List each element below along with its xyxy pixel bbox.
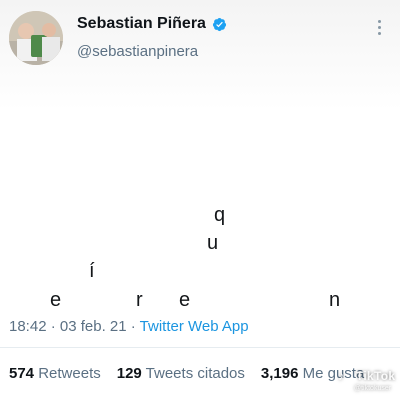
more-dot (377, 19, 381, 23)
tweet-letter: e (179, 289, 191, 311)
watermark-subtext: @tiktokuser (354, 385, 392, 392)
tweet-timestamp-row: 18:42 · 03 feb. 21 · Twitter Web App (9, 318, 249, 335)
tweet-letter: u (207, 232, 219, 254)
tweet-letter: r (136, 289, 143, 311)
tweet-letter: q (214, 204, 226, 226)
tweet-letter: í (89, 260, 95, 282)
author-display-name[interactable]: Sebastian Piñera (77, 15, 206, 33)
more-dot (377, 25, 381, 29)
more-dot (377, 31, 381, 35)
profile-avatar[interactable] (9, 11, 63, 65)
watermark-text: TikTok (356, 369, 396, 383)
more-options-icon[interactable] (372, 16, 386, 38)
tiktok-logo-icon: ♪ (338, 368, 345, 383)
tweet-card: Sebastian Piñera @sebastianpinera q u í … (0, 0, 400, 400)
retweets-count: 574 (9, 365, 35, 382)
author-name-row: Sebastian Piñera (77, 15, 227, 33)
likes-count: 3,196 (260, 365, 299, 382)
tweet-letter: e (50, 289, 62, 311)
author-handle[interactable]: @sebastianpinera (77, 43, 198, 60)
avatar-photo-icon (9, 11, 63, 65)
quotes-label: Tweets citados (145, 365, 245, 382)
verified-badge-icon (212, 17, 227, 31)
tweet-letter: n (329, 289, 341, 311)
tweet-stats: 574 Retweets 129 Tweets citados 3,196 Me… (9, 365, 364, 382)
quotes-count: 129 (116, 365, 142, 382)
tweet-timestamp[interactable]: 18:42 · 03 feb. 21 · (9, 318, 140, 335)
tiktok-watermark: ♪ TikTok @tiktokuser (336, 366, 396, 396)
quote-tweets-stat[interactable]: 129 Tweets citados (117, 365, 245, 382)
tweet-source-link[interactable]: Twitter Web App (140, 318, 249, 335)
divider (0, 347, 400, 348)
retweets-label: Retweets (38, 365, 101, 382)
retweets-stat[interactable]: 574 Retweets (9, 365, 101, 382)
